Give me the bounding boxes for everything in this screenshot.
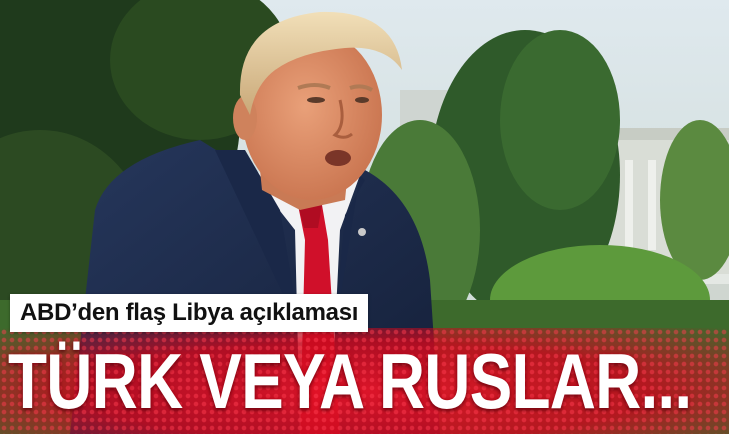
headline: TÜRK VEYA RUSLAR... — [8, 337, 692, 425]
news-image: ABD’den flaş Libya açıklaması TÜRK VEYA … — [0, 0, 729, 434]
kicker-label: ABD’den flaş Libya açıklaması — [10, 294, 369, 332]
